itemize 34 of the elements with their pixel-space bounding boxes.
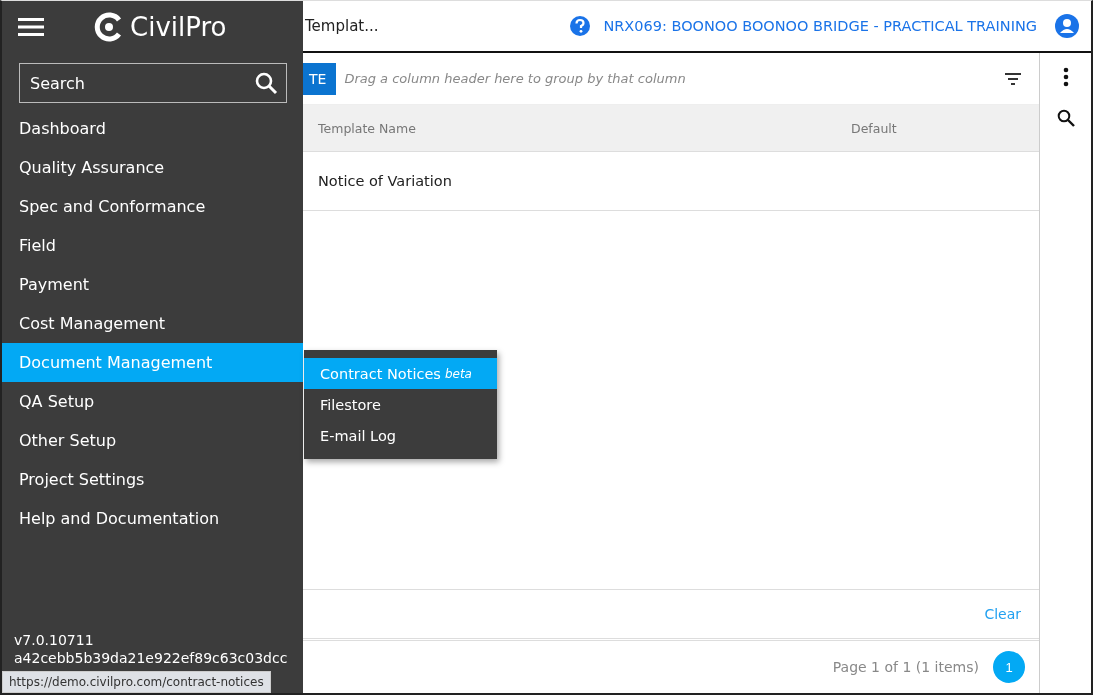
- pager-info: Page 1 of 1 (1 items): [832, 659, 979, 675]
- nav-item[interactable]: Payment: [2, 265, 303, 304]
- help-icon[interactable]: [569, 15, 592, 37]
- nav-item[interactable]: Spec and Conformance: [2, 187, 303, 226]
- group-hint: Drag a column header here to group by that column: [344, 71, 687, 86]
- search-input[interactable]: Search: [28, 72, 254, 94]
- status-url: https://demo.civilpro.com/contract-notices: [2, 671, 271, 693]
- nav-item[interactable]: Cost Management: [2, 304, 303, 343]
- menu-icon[interactable]: [18, 17, 44, 37]
- column-header[interactable]: Template Name: [303, 120, 836, 136]
- logo-text: CivilPro: [130, 12, 227, 42]
- nav-item[interactable]: Quality Assurance: [2, 148, 303, 187]
- search-icon[interactable]: [254, 71, 278, 95]
- nav-item[interactable]: Project Settings: [2, 460, 303, 499]
- more-icon[interactable]: [1062, 67, 1069, 87]
- nav-item[interactable]: Other Setup: [2, 421, 303, 460]
- nav-item[interactable]: Field: [2, 226, 303, 265]
- submenu-item[interactable]: Filestore: [304, 389, 497, 420]
- nav-item[interactable]: QA Setup: [2, 382, 303, 421]
- user-icon[interactable]: [1055, 14, 1079, 38]
- nav-item[interactable]: Dashboard: [2, 109, 303, 148]
- version-text: v7.0.10711: [14, 631, 95, 649]
- search-field[interactable]: Search: [19, 63, 287, 103]
- table-cell-text: Notice of Variation: [317, 173, 453, 189]
- create-button[interactable]: TE: [303, 62, 337, 95]
- search-icon[interactable]: [1056, 109, 1075, 127]
- column-header[interactable]: Default: [836, 120, 897, 136]
- page-title: Templat...: [305, 17, 380, 35]
- project-name[interactable]: NRX069: BOONOO BOONOO BRIDGE - PRACTICAL TRAINING: [603, 18, 1037, 34]
- logo-icon: [94, 12, 124, 42]
- version-text: a42cebb5b39da21e922ef89c63c03dcc: [14, 649, 289, 667]
- nav-item[interactable]: Help and Documentation: [2, 499, 303, 538]
- submenu-item[interactable]: E-mail Log: [304, 420, 497, 451]
- filter-icon[interactable]: [1005, 72, 1021, 85]
